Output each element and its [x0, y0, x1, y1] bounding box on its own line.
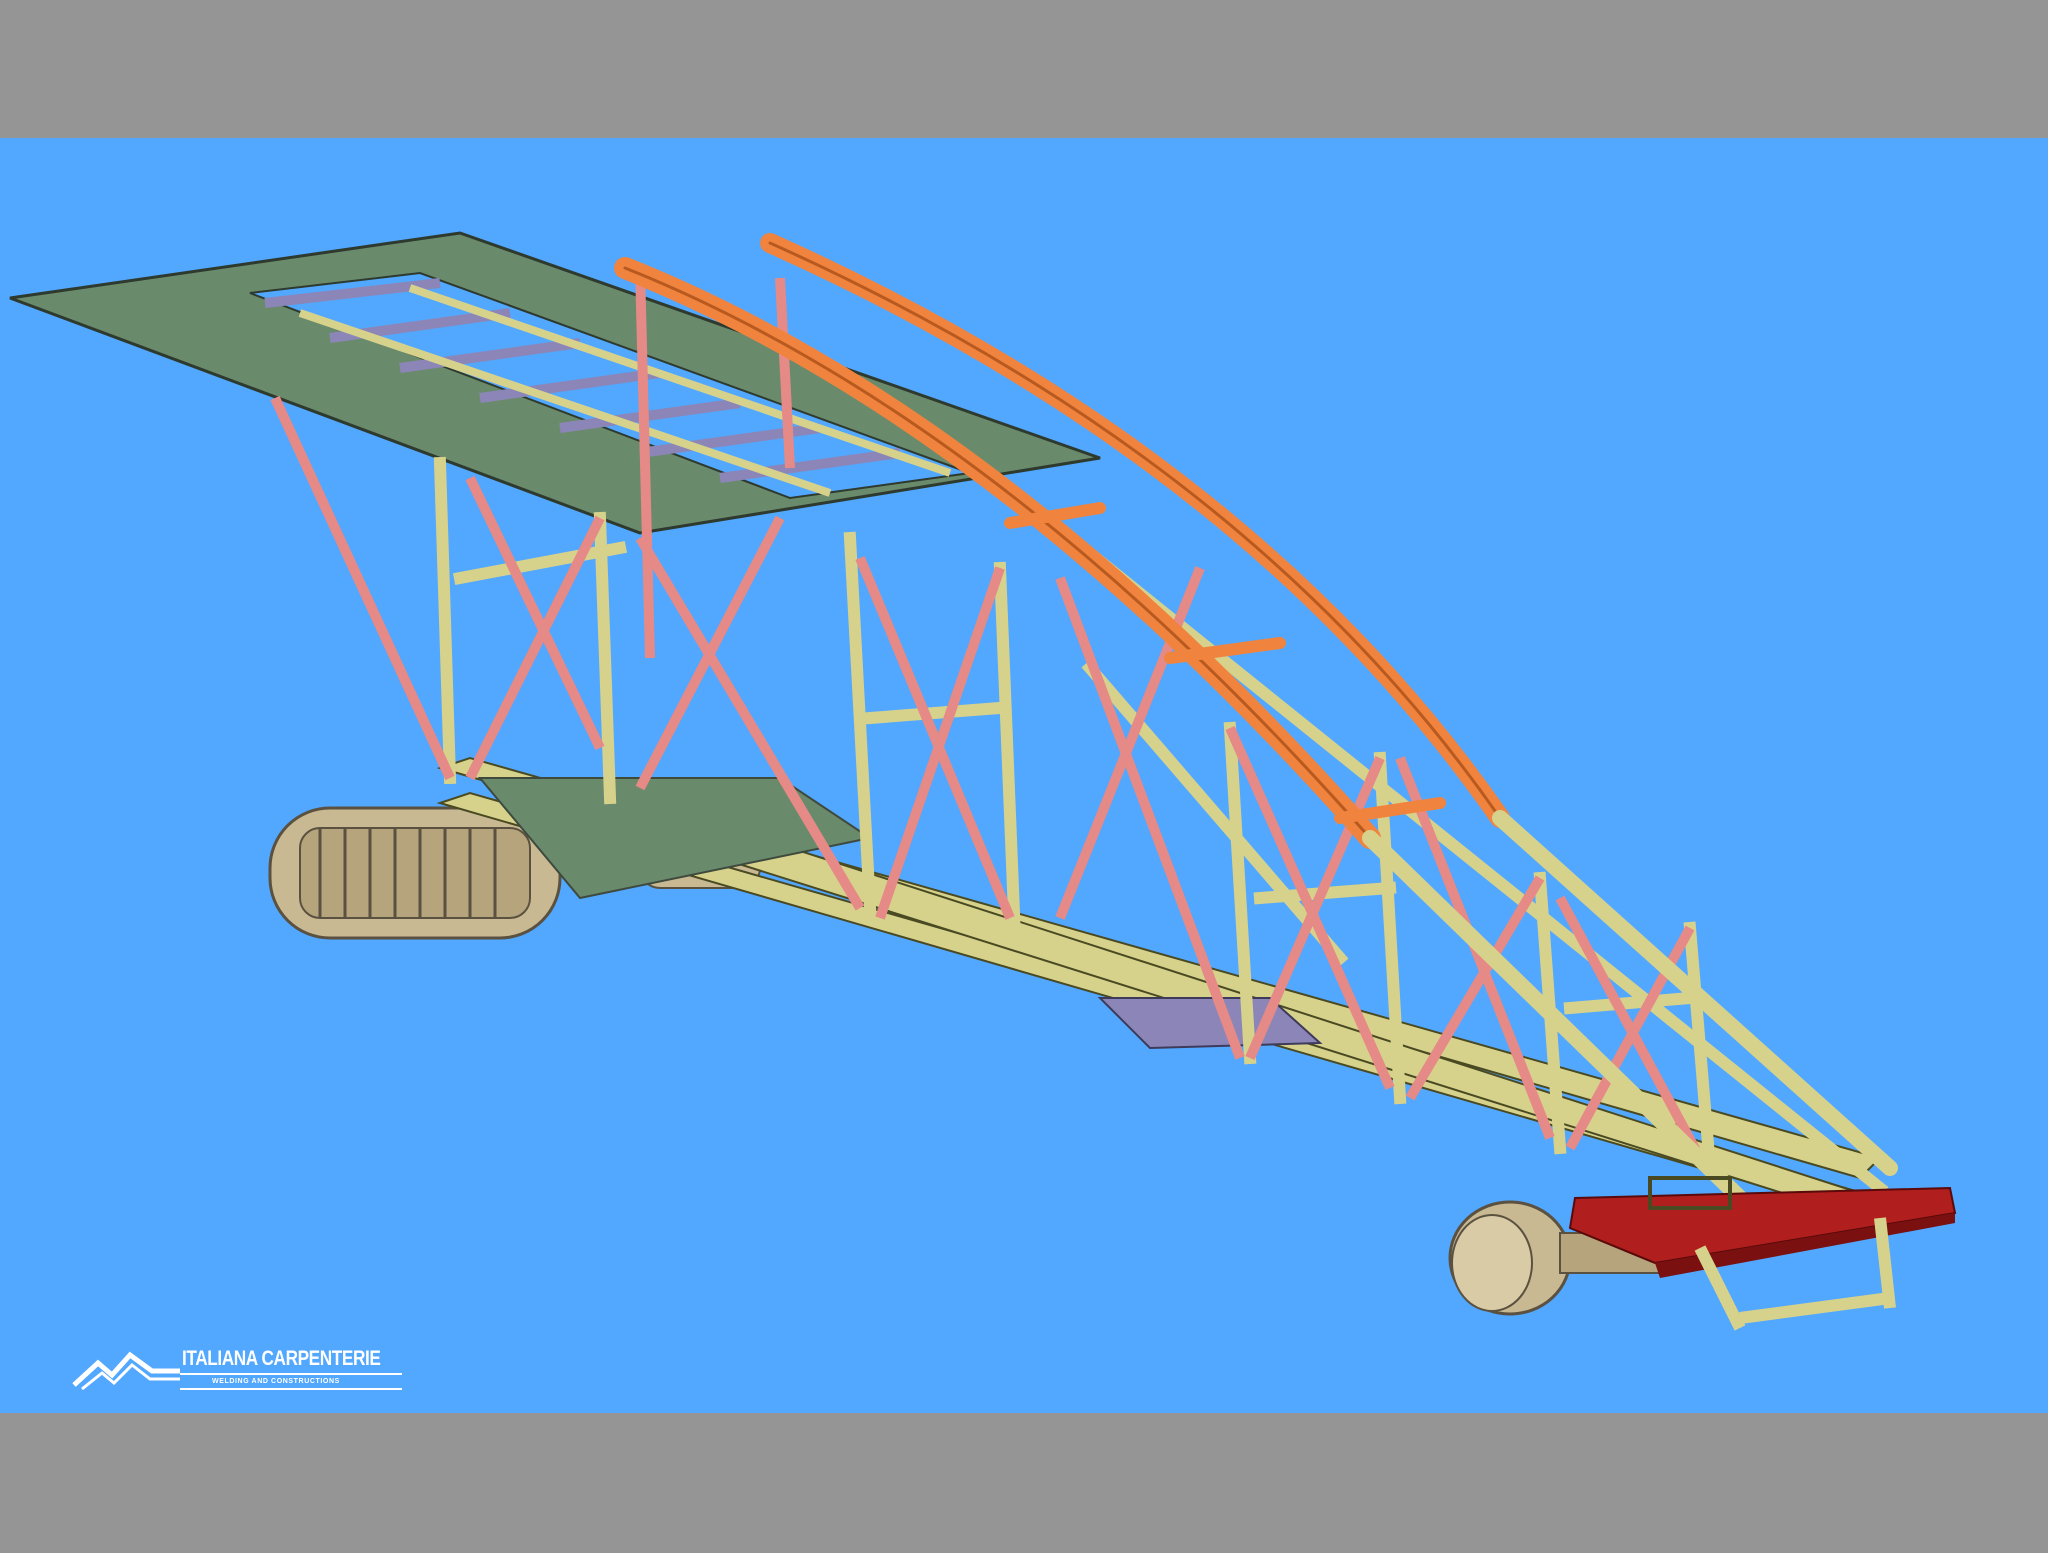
bottom-frame-band	[0, 1413, 2048, 1553]
logo-divider	[180, 1373, 402, 1375]
logo-mountain-icon	[72, 1351, 180, 1391]
logo-title: ITALIANA CARPENTERIE	[182, 1347, 381, 1370]
cad-viewport: ITALIANA CARPENTERIE WELDING AND CONSTRU…	[0, 138, 2048, 1413]
logo-divider-lower	[180, 1388, 402, 1390]
orange-arch-members	[614, 233, 1510, 849]
company-logo: ITALIANA CARPENTERIE WELDING AND CONSTRU…	[72, 1343, 412, 1403]
truss-model-render	[9, 231, 1957, 1331]
upper-deck-plate	[9, 231, 1101, 535]
top-frame-band	[0, 0, 2048, 138]
logo-subtitle: WELDING AND CONSTRUCTIONS	[212, 1378, 340, 1385]
